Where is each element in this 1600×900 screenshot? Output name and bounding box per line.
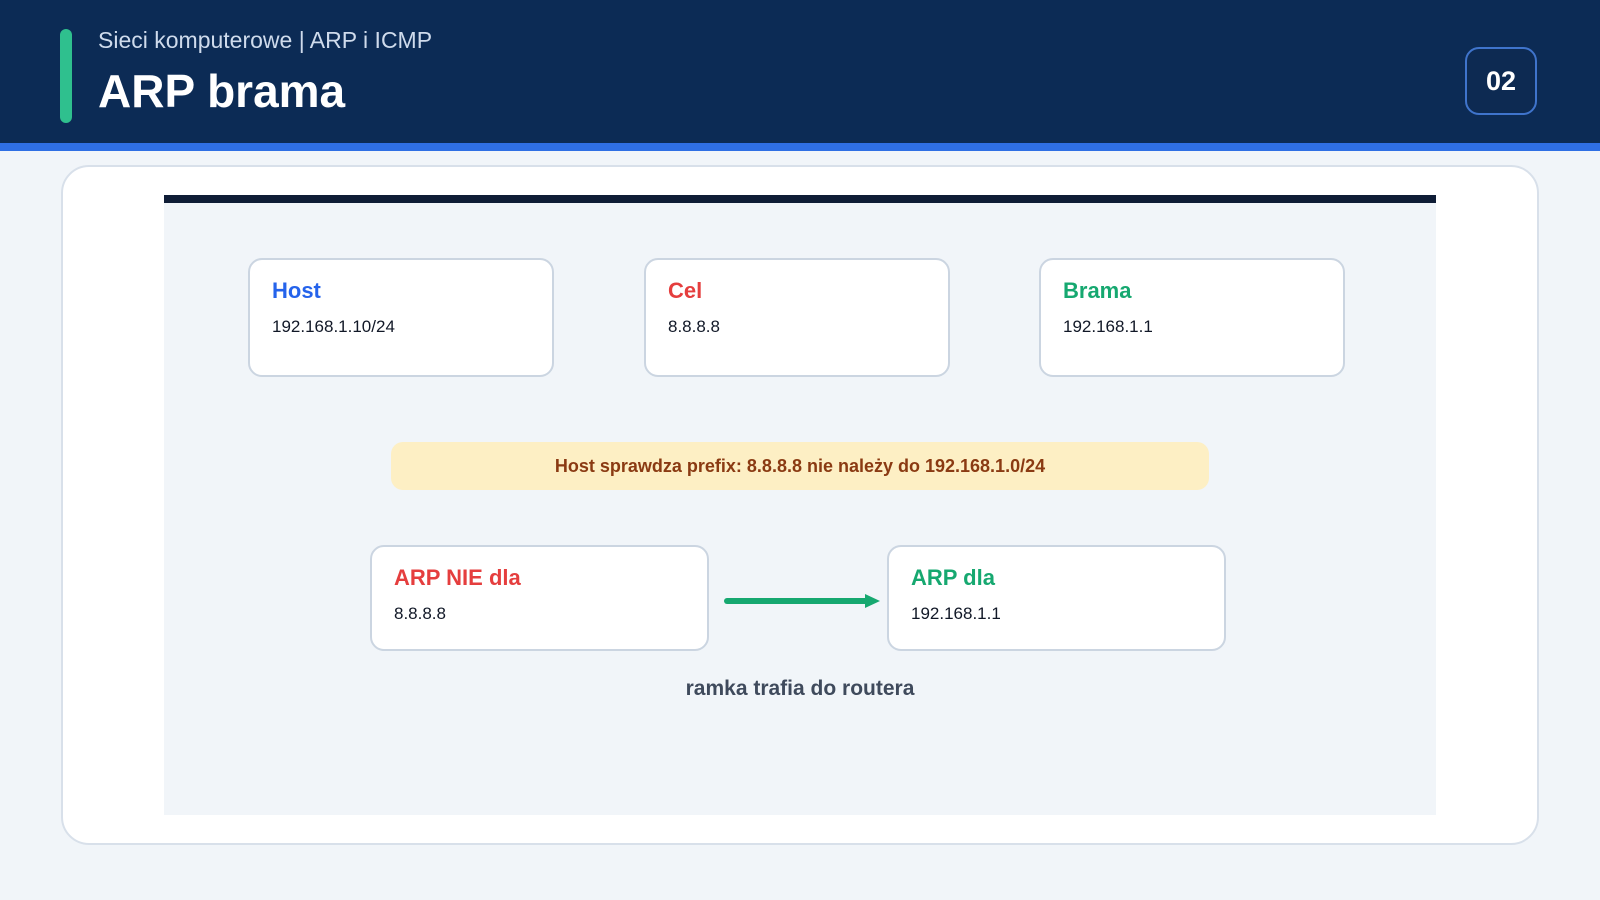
host-node-title: Host: [272, 278, 321, 303]
arp-not-value: 8.8.8.8: [394, 604, 446, 623]
gateway-node-title: Brama: [1063, 278, 1132, 303]
host-node: Host 192.168.1.10/24: [248, 258, 554, 377]
page-number-badge: 02: [1465, 47, 1537, 115]
arp-for-value: 192.168.1.1: [911, 604, 1001, 623]
gateway-node-value: 192.168.1.1: [1063, 317, 1153, 336]
slide-header: Sieci komputerowe | ARP i ICMP ARP brama…: [0, 0, 1600, 143]
gateway-node: Brama 192.168.1.1: [1039, 258, 1345, 377]
prefix-check-note: Host sprawdza prefix: 8.8.8.8 nie należy…: [391, 442, 1209, 490]
arp-not-title: ARP NIE dla: [394, 565, 521, 590]
target-node-title: Cel: [668, 278, 703, 303]
target-node-value: 8.8.8.8: [668, 317, 720, 336]
diagram-top-bar: [164, 195, 1436, 203]
arp-not-node: ARP NIE dla 8.8.8.8: [370, 545, 709, 651]
header-underline: [0, 143, 1600, 151]
slide-subtitle: Sieci komputerowe | ARP i ICMP: [98, 27, 433, 53]
arrow-right-icon: [724, 594, 880, 608]
arp-for-node: ARP dla 192.168.1.1: [887, 545, 1226, 651]
header-accent-bar: [60, 29, 72, 123]
diagram-caption: ramka trafia do routera: [685, 677, 915, 700]
arp-for-title: ARP dla: [911, 565, 995, 590]
target-node: Cel 8.8.8.8: [644, 258, 950, 377]
diagram-canvas: Host 192.168.1.10/24 Cel 8.8.8.8 Brama 1…: [164, 195, 1436, 815]
host-node-value: 192.168.1.10/24: [272, 317, 395, 336]
slide-title: ARP brama: [98, 65, 346, 117]
